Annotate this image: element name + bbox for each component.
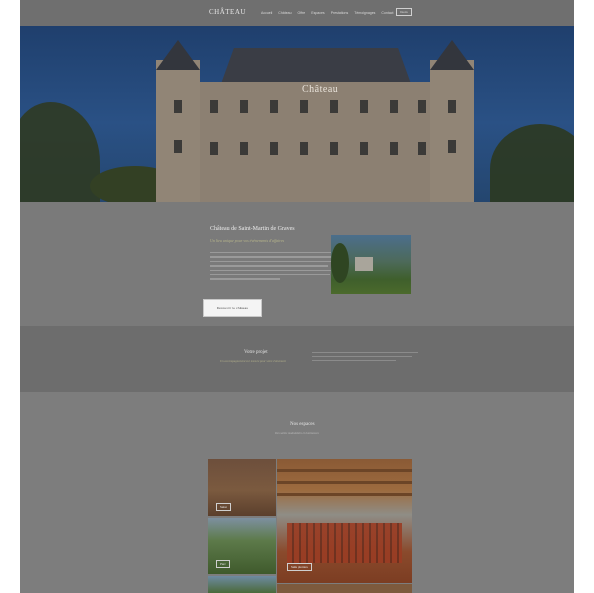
project-title: Votre projet bbox=[244, 350, 268, 355]
project-paragraph bbox=[312, 352, 418, 364]
intro-title: Château de Saint-Martin de Graves bbox=[210, 226, 295, 232]
spaces-section: Nos espaces Des salles modulables et lum… bbox=[20, 392, 574, 593]
main-nav: Accueil Château Offre Espaces Prestation… bbox=[261, 11, 393, 15]
spaces-subtitle: Des salles modulables et lumineuses bbox=[275, 431, 319, 435]
nav-item-accueil[interactable]: Accueil bbox=[261, 11, 272, 15]
space-tile-salon[interactable]: Salon bbox=[208, 459, 276, 516]
space-label-salon: Salon bbox=[216, 503, 232, 511]
nav-item-prestations[interactable]: Prestations bbox=[331, 11, 349, 15]
hero-title: Château bbox=[302, 84, 339, 95]
space-label-pleniere: Salle plénière bbox=[287, 563, 312, 571]
space-tile-parc[interactable]: Parc bbox=[208, 518, 276, 574]
spaces-title: Nos espaces bbox=[290, 422, 315, 427]
top-navigation-bar: CHÂTEAU Accueil Château Offre Espaces Pr… bbox=[20, 0, 574, 26]
discover-button[interactable]: Découvrir le château bbox=[203, 299, 262, 317]
page-frame: CHÂTEAU Accueil Château Offre Espaces Pr… bbox=[20, 0, 574, 593]
site-logo[interactable]: CHÂTEAU bbox=[209, 8, 246, 16]
intro-subtitle: Un lieu unique pour vos événements d'aff… bbox=[210, 238, 285, 243]
chateau-park-photo bbox=[331, 235, 411, 294]
nav-item-temoignages[interactable]: Témoignages bbox=[354, 11, 375, 15]
tree-left-image bbox=[20, 102, 100, 202]
project-subtitle: Un accompagnement sur mesure pour votre … bbox=[220, 359, 286, 363]
space-label-parc: Parc bbox=[216, 560, 230, 568]
nav-item-espaces[interactable]: Espaces bbox=[311, 11, 324, 15]
hero-banner: Château bbox=[20, 26, 574, 202]
intro-section: Château de Saint-Martin de Graves Un lie… bbox=[20, 202, 574, 326]
space-tile-pleniere[interactable]: Salle plénière bbox=[277, 459, 412, 583]
nav-item-chateau[interactable]: Château bbox=[278, 11, 291, 15]
tree-right-image bbox=[490, 124, 574, 202]
quote-button[interactable]: Devis bbox=[396, 8, 412, 16]
space-tile-garden[interactable] bbox=[208, 576, 276, 593]
project-section: Votre projet Un accompagnement sur mesur… bbox=[20, 326, 574, 392]
nav-item-contact[interactable]: Contact bbox=[381, 11, 393, 15]
nav-item-offre[interactable]: Offre bbox=[298, 11, 306, 15]
intro-paragraph bbox=[210, 252, 340, 283]
castle-image bbox=[156, 40, 474, 202]
space-tile-hall[interactable] bbox=[277, 584, 412, 593]
